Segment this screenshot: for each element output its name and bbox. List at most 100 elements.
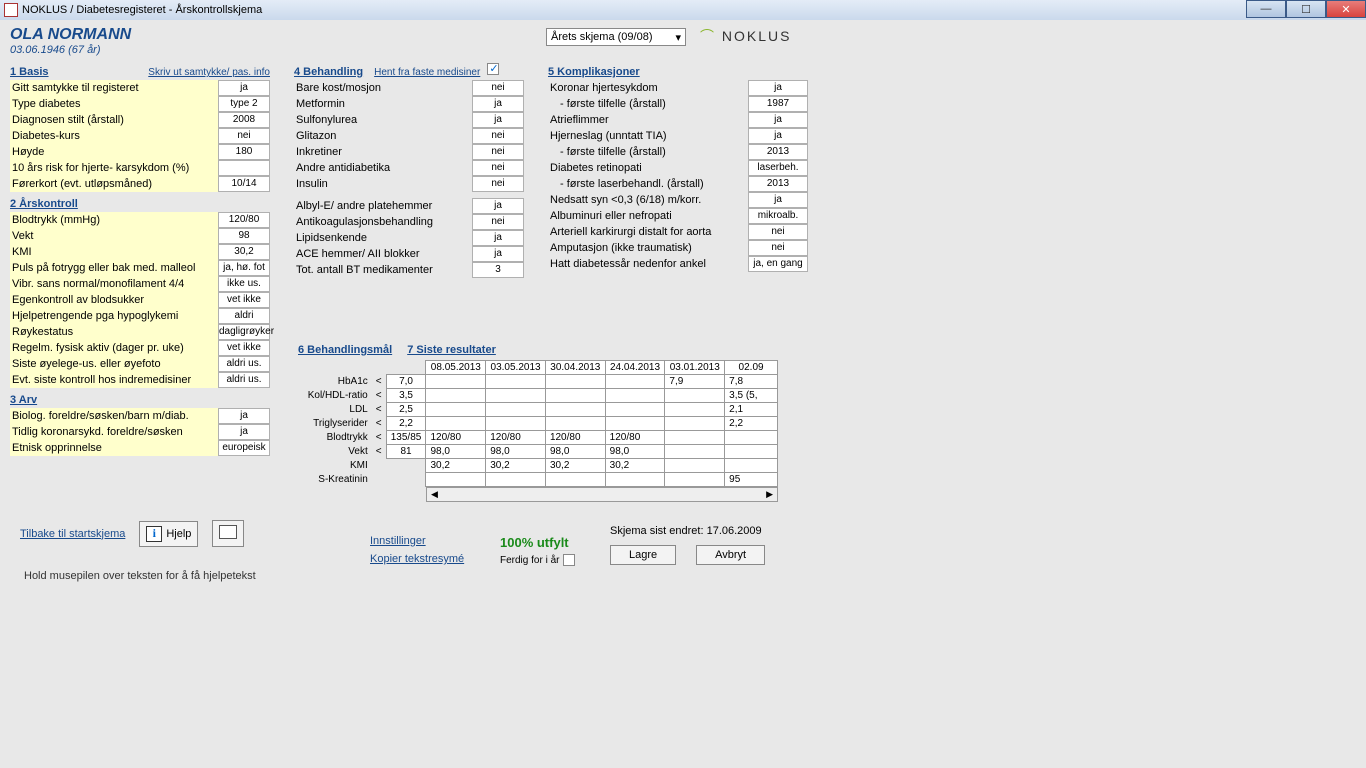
field-value[interactable]: aldri [218,308,270,324]
field-value[interactable]: ja [472,112,524,128]
field-value[interactable]: 3 [472,262,524,278]
field-value[interactable]: 2013 [748,176,808,192]
field-value[interactable]: ja [218,424,270,440]
field-value[interactable]: ja [748,80,808,96]
table-row: S-Kreatinin95 [298,473,778,487]
form-row: - første tilfelle (årstall)1987 [548,96,808,112]
goal-cell[interactable]: 3,5 [386,389,426,403]
field-value[interactable]: aldri us. [218,372,270,388]
field-label: Lipidsenkende [294,230,472,246]
result-cell [486,375,546,389]
field-value[interactable]: nei [748,240,808,256]
field-value[interactable]: nei [748,224,808,240]
field-label: Puls på fotrygg eller bak med. malleol [10,260,218,276]
field-value[interactable]: ja [472,246,524,262]
field-value[interactable]: ja [748,128,808,144]
field-value[interactable]: 180 [218,144,270,160]
print-icon [219,525,237,539]
field-value[interactable]: aldri us. [218,356,270,372]
field-label: Glitazon [294,128,472,144]
form-row: Atrieflimmerja [548,112,808,128]
field-label: Diabetes retinopati [548,160,748,176]
field-value[interactable]: 2013 [748,144,808,160]
table-hscroll[interactable]: ◀▶ [426,487,778,502]
section-siste-resultater: 7 Siste resultater [407,344,496,356]
date-header: 03.05.2013 [486,361,546,375]
print-button[interactable] [212,520,244,547]
field-value[interactable]: 120/80 [218,212,270,228]
field-value[interactable]: nei [472,144,524,160]
result-cell: 95 [725,473,778,487]
form-row: Siste øyelege-us. eller øyefotoaldri us. [10,356,270,372]
result-cell [486,389,546,403]
form-row: Amputasjon (ikke traumatisk)nei [548,240,808,256]
form-row: Nedsatt syn <0,3 (6/18) m/korr.ja [548,192,808,208]
result-cell: 120/80 [426,431,486,445]
field-value[interactable]: vet ikke [218,340,270,356]
field-label: Tot. antall BT medikamenter [294,262,472,278]
field-value[interactable]: 2008 [218,112,270,128]
field-value[interactable]: nei [472,128,524,144]
field-value[interactable]: ja, hø. fot [218,260,270,276]
field-value[interactable]: nei [472,214,524,230]
section-komplikasjoner: 5 Komplikasjoner [548,66,808,78]
field-value[interactable]: europeisk [218,440,270,456]
field-value[interactable]: ja, en gang [748,256,808,272]
field-value[interactable]: ja [748,192,808,208]
field-value[interactable]: laserbeh. [748,160,808,176]
goal-cell[interactable]: 135/85 [386,431,426,445]
result-cell: 98,0 [545,445,605,459]
form-row: Sulfonylureaja [294,112,524,128]
field-value[interactable]: ikke us. [218,276,270,292]
fetch-meds-checkbox[interactable]: ✓ [487,63,499,75]
help-button[interactable]: i Hjelp [139,521,198,547]
consent-link[interactable]: Skriv ut samtykke/ pas. info [148,67,270,78]
fetch-meds-link[interactable]: Hent fra faste medisiner [374,67,480,78]
field-value[interactable]: 30,2 [218,244,270,260]
field-value[interactable]: ja [472,230,524,246]
schema-select[interactable]: Årets skjema (09/08) ▾ [546,28,686,46]
cancel-button[interactable]: Avbryt [696,545,765,565]
row-label: Blodtrykk [298,431,372,445]
table-row: HbA1c<7,07,97,8 [298,375,778,389]
maximize-button[interactable]: ☐ [1286,0,1326,18]
minimize-button[interactable]: — [1246,0,1286,18]
goal-cell[interactable] [386,473,426,487]
field-value[interactable]: nei [218,128,270,144]
field-value[interactable]: ja [218,408,270,424]
field-value[interactable]: ja [472,198,524,214]
field-label: Hjelpetrengende pga hypoglykemi [10,308,218,324]
finished-checkbox[interactable] [563,554,575,566]
goal-cell[interactable]: 81 [386,445,426,459]
form-row: KMI30,2 [10,244,270,260]
field-value[interactable]: ja [218,80,270,96]
field-value[interactable]: dagligrøyker [218,324,270,340]
copy-summary-link[interactable]: Kopier tekstresymé [370,553,464,565]
field-value[interactable] [218,160,270,176]
field-value[interactable]: 1987 [748,96,808,112]
results-table: 08.05.201303.05.201330.04.201324.04.2013… [298,360,778,487]
field-value[interactable]: nei [472,80,524,96]
field-value[interactable]: mikroalb. [748,208,808,224]
field-value[interactable]: vet ikke [218,292,270,308]
goal-cell[interactable]: 2,2 [386,417,426,431]
goal-cell[interactable]: 7,0 [386,375,426,389]
field-value[interactable]: nei [472,176,524,192]
goal-cell[interactable]: 2,5 [386,403,426,417]
field-value[interactable]: 98 [218,228,270,244]
field-value[interactable]: type 2 [218,96,270,112]
goal-cell[interactable] [386,459,426,473]
table-row: Kol/HDL-ratio<3,53,5 (5, [298,389,778,403]
back-link[interactable]: Tilbake til startskjema [20,528,125,540]
field-value[interactable]: 10/14 [218,176,270,192]
save-button[interactable]: Lagre [610,545,676,565]
close-button[interactable]: ✕ [1326,0,1366,18]
field-value[interactable]: nei [472,160,524,176]
field-value[interactable]: ja [748,112,808,128]
form-row: Inkretinernei [294,144,524,160]
form-row: Diabetes-kursnei [10,128,270,144]
field-value[interactable]: ja [472,96,524,112]
field-label: Albuminuri eller nefropati [548,208,748,224]
result-cell: 30,2 [426,459,486,473]
field-label: Arteriell karkirurgi distalt for aorta [548,224,748,240]
